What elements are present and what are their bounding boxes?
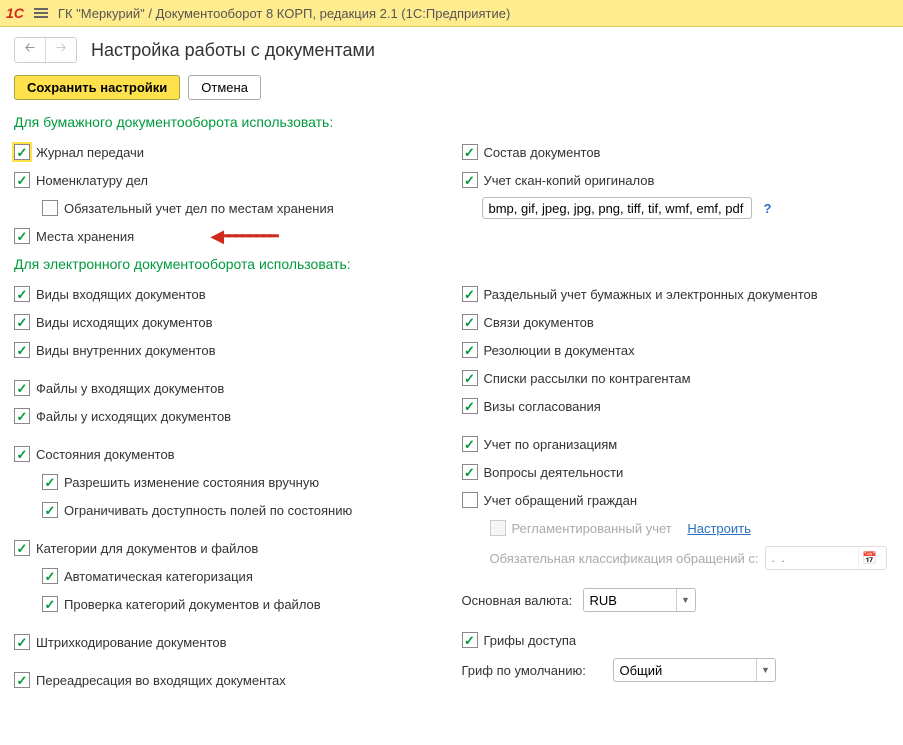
label-mandatory-storage: Обязательный учет дел по местам хранения — [64, 201, 334, 216]
label-incoming-types: Виды входящих документов — [36, 287, 206, 302]
checkbox-forward-incoming[interactable] — [14, 672, 30, 688]
label-currency: Основная валюта: — [462, 593, 577, 608]
label-outgoing-types: Виды исходящих документов — [36, 315, 213, 330]
label-auto-categorize: Автоматическая категоризация — [64, 569, 253, 584]
label-storage-places: Места хранения — [36, 229, 134, 244]
label-by-org: Учет по организациям — [484, 437, 618, 452]
checkbox-mandatory-storage[interactable] — [42, 200, 58, 216]
classification-date[interactable]: 📅 — [765, 546, 887, 570]
checkbox-manual-state[interactable] — [42, 474, 58, 490]
label-outgoing-files: Файлы у исходящих документов — [36, 409, 231, 424]
default-stamp-combo[interactable]: ▼ — [613, 658, 776, 682]
calendar-icon[interactable]: 📅 — [858, 547, 881, 569]
checkbox-mailing[interactable] — [462, 370, 478, 386]
checkbox-auto-categorize[interactable] — [42, 568, 58, 584]
configure-link[interactable]: Настроить — [687, 521, 751, 536]
label-stamps: Грифы доступа — [484, 633, 577, 648]
checkbox-separate[interactable] — [462, 286, 478, 302]
label-classification: Обязательная классификация обращений с: — [490, 551, 759, 566]
label-composition: Состав документов — [484, 145, 601, 160]
label-doc-links: Связи документов — [484, 315, 594, 330]
checkbox-by-org[interactable] — [462, 436, 478, 452]
checkbox-scan-copies[interactable] — [462, 172, 478, 188]
checkbox-composition[interactable] — [462, 144, 478, 160]
checkbox-barcoding[interactable] — [14, 634, 30, 650]
checkbox-outgoing-types[interactable] — [14, 314, 30, 330]
label-check-categories: Проверка категорий документов и файлов — [64, 597, 321, 612]
section-electronic: Для электронного документооборота исполь… — [14, 256, 889, 272]
chevron-down-icon[interactable]: ▼ — [676, 589, 695, 611]
nav-back-forward: 🡠 🡢 — [14, 37, 77, 63]
app-logo: 1C — [6, 5, 24, 21]
checkbox-doc-links[interactable] — [462, 314, 478, 330]
label-journal: Журнал передачи — [36, 145, 144, 160]
checkbox-incoming-types[interactable] — [14, 286, 30, 302]
label-doc-states: Состояния документов — [36, 447, 175, 462]
label-mailing: Списки рассылки по контрагентам — [484, 371, 691, 386]
label-visas: Визы согласования — [484, 399, 601, 414]
back-button[interactable]: 🡠 — [15, 38, 45, 62]
cancel-button[interactable]: Отмена — [188, 75, 261, 100]
label-appeals: Учет обращений граждан — [484, 493, 638, 508]
help-icon[interactable]: ? — [764, 201, 772, 216]
checkbox-stamps[interactable] — [462, 632, 478, 648]
checkbox-visas[interactable] — [462, 398, 478, 414]
window-title: ГК "Меркурий" / Документооборот 8 КОРП, … — [58, 6, 510, 21]
checkbox-nomenclature[interactable] — [14, 172, 30, 188]
checkbox-doc-states[interactable] — [14, 446, 30, 462]
section-paper: Для бумажного документооборота использов… — [14, 114, 889, 130]
checkbox-outgoing-files[interactable] — [14, 408, 30, 424]
save-button[interactable]: Сохранить настройки — [14, 75, 180, 100]
page-title: Настройка работы с документами — [91, 40, 375, 61]
arrow-annotation: ◀━━━━━━━━ — [210, 226, 275, 247]
label-activity: Вопросы деятельности — [484, 465, 624, 480]
menu-icon[interactable] — [34, 8, 48, 18]
checkbox-activity[interactable] — [462, 464, 478, 480]
label-categories: Категории для документов и файлов — [36, 541, 258, 556]
checkbox-incoming-files[interactable] — [14, 380, 30, 396]
label-separate: Раздельный учет бумажных и электронных д… — [484, 287, 818, 302]
label-internal-types: Виды внутренних документов — [36, 343, 216, 358]
checkbox-storage-places[interactable] — [14, 228, 30, 244]
checkbox-restrict-fields[interactable] — [42, 502, 58, 518]
label-regulated: Регламентированный учет — [512, 521, 672, 536]
currency-input[interactable] — [584, 593, 676, 608]
default-stamp-input[interactable] — [614, 663, 756, 678]
currency-combo[interactable]: ▼ — [583, 588, 696, 612]
label-forward-incoming: Переадресация во входящих документах — [36, 673, 286, 688]
label-nomenclature: Номенклатуру дел — [36, 173, 148, 188]
checkbox-resolutions[interactable] — [462, 342, 478, 358]
label-scan-copies: Учет скан-копий оригиналов — [484, 173, 655, 188]
checkbox-regulated — [490, 520, 506, 536]
label-barcoding: Штрихкодирование документов — [36, 635, 227, 650]
forward-button[interactable]: 🡢 — [45, 38, 76, 62]
label-manual-state: Разрешить изменение состояния вручную — [64, 475, 319, 490]
classification-date-input[interactable] — [766, 551, 858, 565]
checkbox-appeals[interactable] — [462, 492, 478, 508]
checkbox-internal-types[interactable] — [14, 342, 30, 358]
label-default-stamp: Гриф по умолчанию: — [462, 663, 607, 678]
label-resolutions: Резолюции в документах — [484, 343, 635, 358]
chevron-down-icon[interactable]: ▼ — [756, 659, 775, 681]
checkbox-journal[interactable] — [14, 144, 30, 160]
checkbox-check-categories[interactable] — [42, 596, 58, 612]
label-incoming-files: Файлы у входящих документов — [36, 381, 224, 396]
checkbox-categories[interactable] — [14, 540, 30, 556]
file-types-input[interactable] — [482, 197, 752, 219]
label-restrict-fields: Ограничивать доступность полей по состоя… — [64, 503, 352, 518]
